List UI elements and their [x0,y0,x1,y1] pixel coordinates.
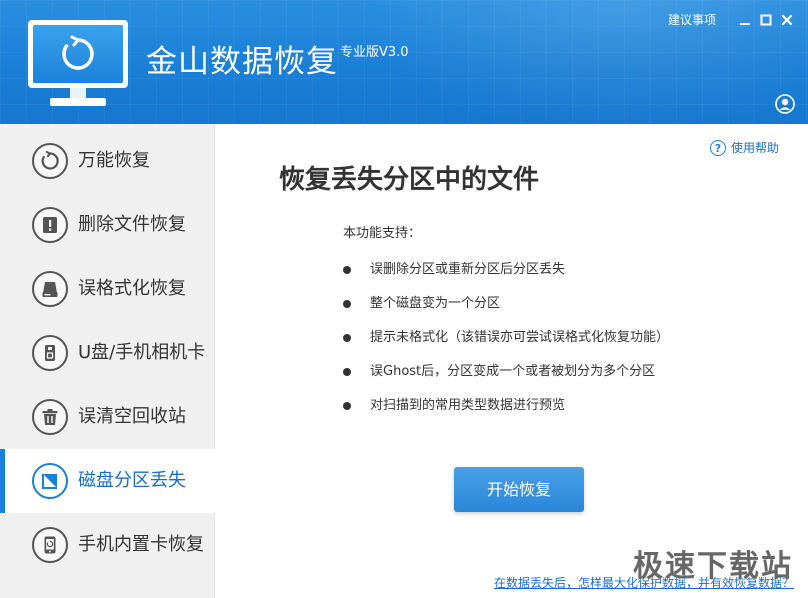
title-bar: 金山数据恢复 专业版V3.0 建议事项 [0,0,808,124]
sidebar-item-phone-internal-card[interactable]: 手机内置卡恢复 [0,513,215,577]
watermark: 极速下载站 [633,549,793,584]
feature-item: 整个磁盘变为一个分区 [343,294,500,314]
user-icon [775,94,795,114]
exclamation-icon [32,207,68,243]
logo-stand-base [50,98,106,106]
feedback-link[interactable]: 建议事项 [668,12,716,28]
usb-drive-icon [32,335,68,371]
sidebar-item-format-recovery[interactable]: 误格式化恢复 [0,257,215,321]
phone-icon [32,527,68,563]
bullet-icon [343,334,351,342]
sidebar-item-usb-camera-card[interactable]: U盘/手机相机卡 [0,321,215,385]
sidebar-item-label: 万能恢复 [78,150,150,171]
support-heading: 本功能支持： [343,226,422,241]
help-label: 使用帮助 [731,141,780,155]
trash-icon [32,399,68,435]
feature-item: 对扫描到的常用类型数据进行预览 [343,396,565,416]
app-title: 金山数据恢复 [146,44,338,80]
question-icon: ? [710,140,726,156]
bullet-icon [343,300,351,308]
sidebar-item-recycle-bin[interactable]: 误清空回收站 [0,385,215,449]
sidebar-item-label: 磁盘分区丢失 [78,470,186,491]
minimize-icon [740,23,750,25]
maximize-button[interactable] [758,12,774,28]
app-edition: 专业版V3.0 [340,45,409,60]
help-link[interactable]: ? 使用帮助 [710,140,779,156]
bullet-icon [343,266,351,274]
sidebar-item-partition-lost[interactable]: 磁盘分区丢失 [0,449,215,513]
sidebar-item-label: 误清空回收站 [78,406,186,427]
user-account-button[interactable] [775,94,795,114]
refresh-icon [32,143,68,179]
close-button[interactable] [779,12,795,28]
feature-item: 提示未格式化（该错误亦可尝试误格式化恢复功能） [343,328,669,348]
partition-icon [32,463,68,499]
feature-text: 提示未格式化（该错误亦可尝试误格式化恢复功能） [370,330,670,345]
bullet-icon [343,368,351,376]
start-recovery-button[interactable]: 开始恢复 [454,467,584,512]
feature-text: 整个磁盘变为一个分区 [370,296,501,311]
close-icon [781,14,793,26]
page-title: 恢复丢失分区中的文件 [279,165,540,195]
bullet-icon [343,402,351,410]
feature-text: 误Ghost后，分区变成一个或者被划分为多个分区 [370,364,656,379]
sidebar: 万能恢复 删除文件恢复 误格式化恢复 U盘/手机相机卡 误清空回收站 磁盘分区丢… [0,124,215,598]
feature-text: 误删除分区或重新分区后分区丢失 [370,262,566,277]
feature-item: 误删除分区或重新分区后分区丢失 [343,260,565,280]
sidebar-item-label: 误格式化恢复 [78,278,186,299]
sidebar-item-label: 手机内置卡恢复 [78,534,204,555]
logo-stand-neck [70,88,86,98]
sidebar-item-deleted-file-recovery[interactable]: 删除文件恢复 [0,193,215,257]
logo-refresh-icon [33,25,123,83]
feature-text: 对扫描到的常用类型数据进行预览 [370,398,566,413]
hard-disk-icon [32,271,68,307]
sidebar-item-universal-recovery[interactable]: 万能恢复 [0,129,215,193]
maximize-icon [760,14,772,26]
sidebar-item-label: 删除文件恢复 [78,214,186,235]
sidebar-item-label: U盘/手机相机卡 [78,342,206,363]
app-logo [28,20,128,108]
logo-screen [28,20,128,88]
minimize-button[interactable] [737,12,753,28]
main-panel: ? 使用帮助 恢复丢失分区中的文件 本功能支持： 误删除分区或重新分区后分区丢失… [216,124,808,598]
feature-item: 误Ghost后，分区变成一个或者被划分为多个分区 [343,362,655,382]
